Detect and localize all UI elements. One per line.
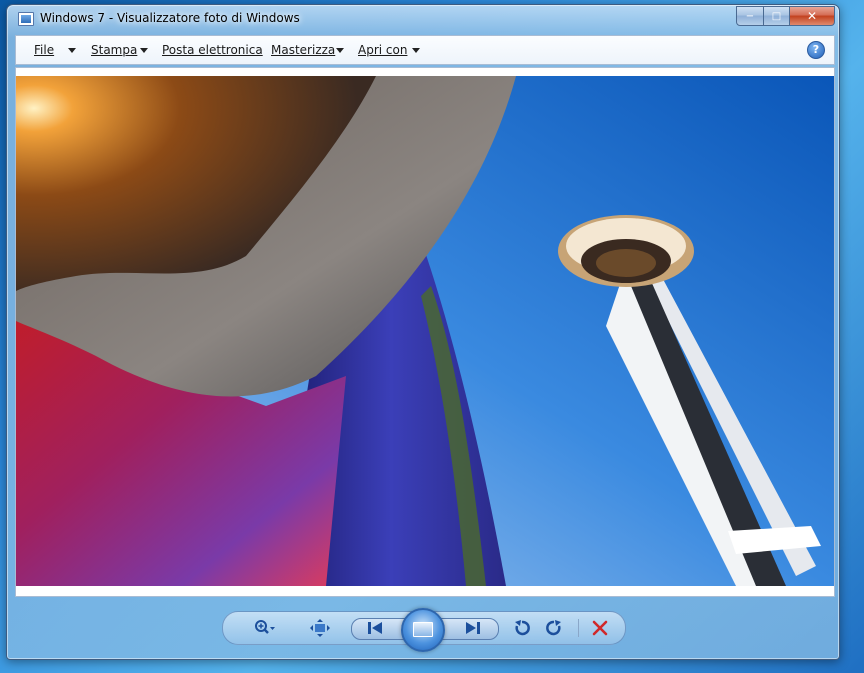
menu-stampa-label: Stampa xyxy=(91,43,138,57)
close-button[interactable]: ✕ xyxy=(790,6,835,26)
window-title: Windows 7 - Visualizzatore foto di Windo… xyxy=(40,11,300,25)
caption-buttons: − □ ✕ xyxy=(736,6,835,26)
slideshow-icon xyxy=(413,622,433,637)
menu-masterizza-dropdown-icon[interactable] xyxy=(336,48,344,53)
maximize-button[interactable]: □ xyxy=(764,6,790,26)
menu-file-dropdown-icon[interactable] xyxy=(68,48,76,53)
delete-icon[interactable] xyxy=(589,618,611,638)
viewer-toolbar xyxy=(222,608,626,652)
rotate-cw-icon[interactable] xyxy=(543,618,565,638)
menu-posta-elettronica-label: Posta elettronica xyxy=(162,43,263,57)
menu-apri-con[interactable]: Apri con xyxy=(358,43,407,57)
menu-file[interactable]: File xyxy=(34,43,54,57)
help-icon[interactable]: ? xyxy=(807,41,825,59)
menu-stampa-dropdown-icon[interactable] xyxy=(140,48,148,53)
menu-file-label: File xyxy=(34,43,55,57)
toolbar-separator xyxy=(578,619,579,637)
menu-masterizza[interactable]: Masterizza xyxy=(271,43,335,57)
rotate-ccw-icon[interactable] xyxy=(511,618,533,638)
menu-posta-elettronica[interactable]: Posta elettronica xyxy=(162,43,263,57)
fit-window-icon[interactable] xyxy=(309,618,331,638)
menu-apri-con-dropdown-icon[interactable] xyxy=(412,48,420,53)
next-icon[interactable] xyxy=(461,618,485,638)
menu-apri-con-label: Apri con xyxy=(358,43,408,57)
previous-icon[interactable] xyxy=(363,618,387,638)
menu-masterizza-label: Masterizza xyxy=(271,43,336,57)
menu-bar: File Stampa Posta elettronica Masterizza… xyxy=(15,35,835,65)
photo-viewer-window: Windows 7 - Visualizzatore foto di Windo… xyxy=(6,4,840,660)
photo xyxy=(16,76,834,586)
image-viewport[interactable] xyxy=(15,67,835,597)
zoom-icon[interactable] xyxy=(253,618,277,638)
photo-graphic xyxy=(16,76,834,586)
slideshow-button[interactable] xyxy=(401,608,445,652)
title-bar[interactable]: Windows 7 - Visualizzatore foto di Windo… xyxy=(7,5,839,33)
photo-viewer-app-icon[interactable] xyxy=(18,12,34,26)
menu-stampa[interactable]: Stampa xyxy=(91,43,137,57)
minimize-button[interactable]: − xyxy=(736,6,764,26)
